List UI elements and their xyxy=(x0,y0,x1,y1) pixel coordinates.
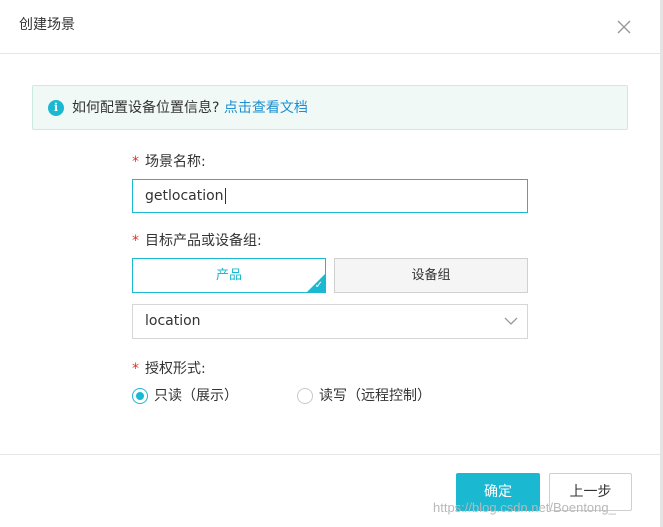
scene-name-input[interactable]: getlocation xyxy=(132,179,528,213)
product-select-value: location xyxy=(145,313,201,329)
footer-divider xyxy=(0,454,660,455)
segment-device-group-label: 设备组 xyxy=(411,268,451,283)
target-label: * 目标产品或设备组: xyxy=(132,231,262,251)
permission-label: * 授权形式: xyxy=(132,359,206,379)
radio-button-unchecked[interactable] xyxy=(297,388,313,404)
close-button[interactable] xyxy=(614,17,634,37)
info-notice: i 如何配置设备位置信息? 点击查看文档 xyxy=(32,85,628,130)
dialog-header: 创建场景 xyxy=(0,0,660,54)
radio-dot xyxy=(136,392,144,400)
scene-name-value: getlocation xyxy=(145,188,224,204)
segment-product-label: 产品 xyxy=(215,268,242,283)
segment-product[interactable]: 产品 ✓ xyxy=(132,258,326,293)
chevron-down-icon xyxy=(504,317,518,325)
checkmark-icon: ✓ xyxy=(314,280,323,291)
permission-label-text: 授权形式: xyxy=(145,361,206,377)
segment-device-group[interactable]: 设备组 xyxy=(334,258,528,293)
create-scene-dialog: 创建场景 i 如何配置设备位置信息? 点击查看文档 * 场景名称: getloca… xyxy=(0,0,663,527)
scene-name-label: * 场景名称: xyxy=(132,152,206,172)
radio-read-write-label: 读写（远程控制） xyxy=(319,388,431,404)
required-mark: * xyxy=(132,361,139,377)
dialog-title: 创建场景 xyxy=(19,17,75,33)
notice-text: 如何配置设备位置信息? xyxy=(72,100,220,116)
watermark: https://blog.csdn.net/Boentong_ xyxy=(433,500,616,515)
scene-name-label-text: 场景名称: xyxy=(145,154,206,170)
target-label-text: 目标产品或设备组: xyxy=(145,233,262,249)
text-caret xyxy=(224,188,226,204)
product-select[interactable]: location xyxy=(132,304,528,339)
radio-read-only-label: 只读（展示） xyxy=(154,388,238,404)
close-icon xyxy=(617,20,631,34)
docs-link[interactable]: 点击查看文档 xyxy=(224,100,308,116)
required-mark: * xyxy=(132,233,139,249)
required-mark: * xyxy=(132,154,139,170)
info-icon: i xyxy=(48,100,64,116)
radio-button-checked[interactable] xyxy=(132,388,148,404)
